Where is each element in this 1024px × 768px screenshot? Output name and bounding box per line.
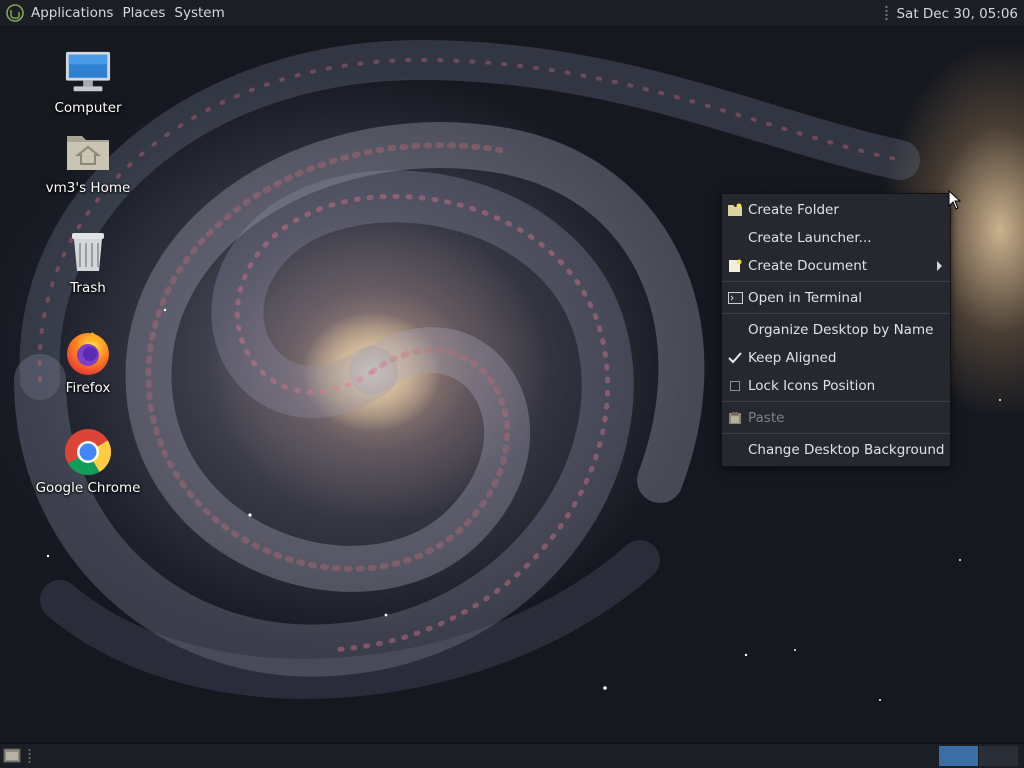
checkbox-icon[interactable] [727,379,743,393]
desktop-icon-label: Firefox [65,380,111,396]
menu-item-label: Keep Aligned [748,350,837,366]
menu-item-create-document[interactable]: Create Document [722,252,950,280]
menu-item-paste: Paste [722,404,950,432]
menu-item-label: Lock Icons Position [748,378,876,394]
menu-item-change-background[interactable]: Change Desktop Background [722,436,950,464]
menu-item-create-launcher[interactable]: Create Launcher... [722,224,950,252]
clock-label: Sat Dec 30, 05:06 [896,5,1018,22]
menu-item-label: Paste [748,410,785,426]
panel-handle[interactable] [28,748,31,764]
desktop-icon-trash[interactable]: Trash [33,228,143,296]
chrome-icon [64,428,112,476]
clock[interactable]: Sat Dec 30, 05:06 [885,0,1018,27]
desktop-icon-label: Google Chrome [35,480,141,496]
checkmark-icon [727,351,743,365]
menu-separator [722,401,950,402]
computer-icon [64,48,112,96]
desktop-icon-firefox[interactable]: Firefox [33,328,143,396]
menu-item-keep-aligned[interactable]: Keep Aligned [722,344,950,372]
menu-item-organize-desktop[interactable]: Organize Desktop by Name [722,316,950,344]
desktop-icon-home[interactable]: vm3's Home [33,128,143,196]
workspace-switcher[interactable] [938,746,1018,766]
desktop-icon-label: vm3's Home [45,180,131,196]
applications-menu[interactable]: Applications [31,5,113,21]
folder-new-icon [727,203,743,217]
system-menu[interactable]: System [174,5,224,21]
workspace-2[interactable] [979,746,1018,766]
desktop-icon-computer[interactable]: Computer [33,48,143,116]
desktop-icon-label: Trash [70,280,106,296]
menu-item-lock-icons[interactable]: Lock Icons Position [722,372,950,400]
desktop-context-menu: Create Folder Create Launcher... Create … [721,193,951,467]
menu-item-label: Open in Terminal [748,290,862,306]
menu-item-label: Create Folder [748,202,839,218]
menu-separator [722,281,950,282]
desktop-icon-chrome[interactable]: Google Chrome [33,428,143,496]
trash-icon [64,228,112,276]
submenu-arrow-icon [937,261,942,271]
menu-item-label: Create Document [748,258,868,274]
menu-item-label: Change Desktop Background [748,442,945,458]
bottom-panel [0,743,1024,768]
menu-item-label: Organize Desktop by Name [748,322,934,338]
menu-item-create-folder[interactable]: Create Folder [722,196,950,224]
desktop-icon-label: Computer [54,100,122,116]
mouse-pointer-icon [948,190,962,210]
menu-item-open-terminal[interactable]: Open in Terminal [722,284,950,312]
terminal-icon [727,291,743,305]
mint-logo-icon[interactable] [5,3,25,23]
firefox-icon [64,328,112,376]
top-panel: Applications Places System Sat Dec 30, 0… [0,0,1024,27]
desktop[interactable]: Applications Places System Sat Dec 30, 0… [0,0,1024,768]
menu-item-label: Create Launcher... [748,230,872,246]
panel-handle[interactable] [885,5,889,22]
places-menu[interactable]: Places [122,5,165,21]
menu-separator [722,433,950,434]
show-desktop-icon[interactable] [3,748,21,763]
paste-icon [727,411,743,425]
home-folder-icon [64,128,112,176]
workspace-1[interactable] [939,746,978,766]
menu-separator [722,313,950,314]
document-new-icon [727,259,743,273]
